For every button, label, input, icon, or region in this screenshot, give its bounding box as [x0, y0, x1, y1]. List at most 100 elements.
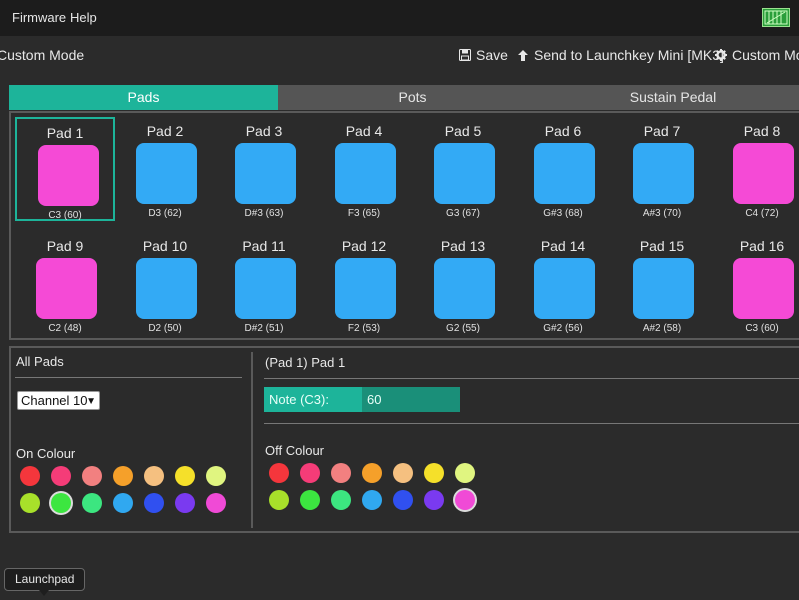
on-colour-swatch[interactable] [20, 466, 40, 486]
tab-pots[interactable]: Pots [278, 85, 547, 110]
pad-note: F3 (65) [347, 208, 381, 219]
pad-settings-panel: All Pads Channel 10 ▼ On Colour (Pad 1) … [9, 346, 799, 533]
pad-5[interactable]: Pad 5 G3 (67) [413, 117, 513, 221]
pad-note: A#3 (70) [642, 208, 682, 219]
on-colour-swatch[interactable] [82, 466, 102, 486]
pad-colour [335, 258, 396, 319]
pad-7[interactable]: Pad 7 A#3 (70) [612, 117, 712, 221]
tab-sustain-pedal[interactable]: Sustain Pedal [547, 85, 799, 110]
pad-12[interactable]: Pad 12 F2 (53) [314, 232, 414, 336]
tooltip: Launchpad [4, 568, 86, 596]
on-colour-swatch[interactable] [82, 493, 102, 513]
pad-14[interactable]: Pad 14 G#2 (56) [513, 232, 613, 336]
pad-note: D2 (50) [148, 323, 182, 334]
off-colour-swatch[interactable] [300, 463, 320, 483]
note-field-value[interactable]: 60 [362, 387, 381, 412]
on-colour-swatch[interactable] [144, 493, 164, 513]
off-colour-swatch[interactable] [393, 490, 413, 510]
pad-name: Pad 13 [440, 238, 486, 254]
pad-note: C3 (60) [48, 210, 82, 221]
off-colour-swatch[interactable] [331, 463, 351, 483]
pad-2[interactable]: Pad 2 D3 (62) [115, 117, 215, 221]
pad-11[interactable]: Pad 11 D#2 (51) [214, 232, 314, 336]
menu-help[interactable]: Help [70, 10, 97, 25]
pad-colour [38, 145, 99, 206]
pad-name: Pad 8 [743, 123, 781, 139]
on-colour-swatch[interactable] [113, 466, 133, 486]
pad-4[interactable]: Pad 4 F3 (65) [314, 117, 414, 221]
send-to-device-button[interactable]: Send to Launchkey Mini [MK3] [517, 47, 724, 63]
on-colour-swatch[interactable] [20, 493, 40, 513]
off-colour-swatch[interactable] [455, 490, 475, 510]
pad-colour [534, 143, 595, 204]
channel-select-value: Channel 10 [21, 393, 88, 408]
on-colour-swatch[interactable] [206, 493, 226, 513]
on-colour-swatch[interactable] [113, 493, 133, 513]
on-colour-swatch[interactable] [51, 466, 71, 486]
off-colour-swatch[interactable] [424, 463, 444, 483]
pad-colour [434, 143, 495, 204]
pad-colour [534, 258, 595, 319]
menu-bar: Firmware Help [0, 0, 799, 36]
send-label: Send to Launchkey Mini [MK3] [534, 47, 724, 63]
off-colour-swatch[interactable] [269, 490, 289, 510]
tab-pads[interactable]: Pads [9, 85, 278, 110]
on-colour-swatch[interactable] [175, 493, 195, 513]
on-colour-swatch[interactable] [175, 466, 195, 486]
all-pads-title: All Pads [16, 354, 64, 369]
pad-colour [633, 143, 694, 204]
all-pads-section: All Pads Channel 10 ▼ On Colour [11, 348, 251, 531]
arrow-up-icon [518, 49, 528, 61]
save-label: Save [476, 47, 508, 63]
pad-name: Pad 9 [46, 238, 84, 254]
custom-modes-label: Custom Mod [732, 47, 799, 63]
on-colour-swatch[interactable] [206, 466, 226, 486]
pad-name: Pad 11 [242, 238, 286, 254]
divider [264, 378, 799, 379]
pad-13[interactable]: Pad 13 G2 (55) [413, 232, 513, 336]
pad-8[interactable]: Pad 8 C4 (72) [712, 117, 799, 221]
channel-select[interactable]: Channel 10 ▼ [17, 391, 100, 410]
note-field[interactable]: Note (C3): 60 [264, 387, 460, 412]
pad-colour [733, 258, 794, 319]
off-colour-swatch[interactable] [331, 490, 351, 510]
off-colour-swatch[interactable] [362, 490, 382, 510]
pad-note: A#2 (58) [642, 323, 682, 334]
pad-name: Pad 7 [643, 123, 681, 139]
pad-15[interactable]: Pad 15 A#2 (58) [612, 232, 712, 336]
pad-note: C3 (60) [745, 323, 779, 334]
chevron-down-icon: ▼ [86, 396, 96, 407]
pad-note: G#3 (68) [543, 208, 583, 219]
pad-name: Pad 5 [444, 123, 482, 139]
pad-3[interactable]: Pad 3 D#3 (63) [214, 117, 314, 221]
on-colour-swatch[interactable] [144, 466, 164, 486]
save-button[interactable]: Save [459, 47, 508, 63]
pad-colour [136, 258, 197, 319]
pad-1[interactable]: Pad 1 C3 (60) [15, 117, 115, 221]
vertical-divider [251, 352, 253, 528]
pad-9[interactable]: Pad 9 C2 (48) [15, 232, 115, 336]
pad-name: Pad 1 [46, 125, 84, 141]
custom-modes-button[interactable]: Custom Mod [715, 47, 799, 63]
off-colour-swatch[interactable] [393, 463, 413, 483]
off-colour-swatch[interactable] [424, 490, 444, 510]
gear-icon [715, 49, 727, 61]
page-title: Custom Mode [0, 47, 85, 63]
pad-note: F2 (53) [347, 323, 381, 334]
pad-name: Pad 4 [345, 123, 383, 139]
pad-16[interactable]: Pad 16 C3 (60) [712, 232, 799, 336]
pad-10[interactable]: Pad 10 D2 (50) [115, 232, 215, 336]
pad-note: C4 (72) [745, 208, 779, 219]
pad-note: G#2 (56) [543, 323, 583, 334]
tab-bar: Pads Pots Sustain Pedal [9, 85, 799, 110]
off-colour-swatch[interactable] [300, 490, 320, 510]
off-colour-swatch[interactable] [362, 463, 382, 483]
pad-note: D#2 (51) [244, 323, 284, 334]
pad-colour [36, 258, 97, 319]
pad-note: D#3 (63) [244, 208, 284, 219]
menu-firmware[interactable]: Firmware [12, 10, 66, 25]
off-colour-swatch[interactable] [455, 463, 475, 483]
pad-6[interactable]: Pad 6 G#3 (68) [513, 117, 613, 221]
on-colour-swatch[interactable] [51, 493, 71, 513]
off-colour-swatch[interactable] [269, 463, 289, 483]
